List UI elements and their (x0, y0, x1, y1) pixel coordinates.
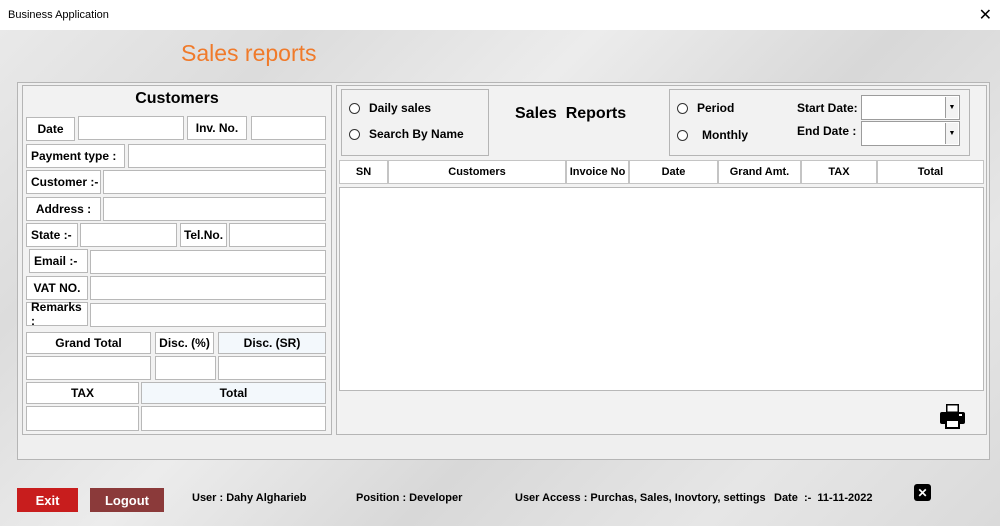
position-text: Position : Developer (356, 492, 463, 504)
exit-button[interactable]: Exit (17, 488, 78, 512)
col-date[interactable]: Date (629, 160, 718, 184)
inv-no-label: Inv. No. (187, 116, 247, 140)
monthly-label: Monthly (702, 128, 748, 142)
payment-type-field[interactable] (128, 144, 326, 168)
inv-no-field[interactable] (251, 116, 326, 140)
radio-icon (349, 128, 360, 140)
remarks-field[interactable] (90, 303, 326, 327)
end-date-combo[interactable]: ▼ (861, 121, 960, 146)
col-total[interactable]: Total (877, 160, 984, 184)
report-list[interactable] (339, 187, 984, 391)
daily-sales-radio[interactable]: Daily sales (349, 101, 431, 115)
address-field[interactable] (103, 197, 326, 221)
grand-total-label: Grand Total (26, 332, 151, 354)
disc-pct-label: Disc. (%) (155, 332, 214, 354)
end-date-label: End Date : (797, 124, 857, 138)
period-radio[interactable]: Period (677, 101, 734, 115)
col-tax[interactable]: TAX (801, 160, 877, 184)
col-invoice-no[interactable]: Invoice No (566, 160, 629, 184)
disc-sr-field[interactable] (218, 356, 326, 380)
search-by-name-label: Search By Name (369, 127, 464, 141)
customer-field[interactable] (103, 170, 326, 194)
disc-sr-label: Disc. (SR) (218, 332, 326, 354)
daily-sales-label: Daily sales (369, 101, 432, 115)
total-label: Total (141, 382, 326, 404)
vat-no-label: VAT NO. (26, 276, 88, 300)
address-label: Address : (26, 197, 101, 221)
close-icon[interactable]: ✕ (914, 484, 931, 501)
logout-button[interactable]: Logout (90, 488, 164, 512)
period-label: Period (697, 101, 735, 115)
col-sn[interactable]: SN (339, 160, 388, 184)
customer-label: Customer :- (26, 170, 101, 194)
tax-label: TAX (26, 382, 139, 404)
search-mode-group (341, 89, 489, 156)
page-title: Sales reports (181, 40, 317, 66)
user-text: User : Dahy Algharieb (192, 492, 307, 504)
date-field[interactable] (78, 116, 184, 140)
total-field[interactable] (141, 406, 326, 431)
date-label: Date (26, 117, 75, 141)
start-date-label: Start Date: (797, 101, 858, 115)
col-customers[interactable]: Customers (388, 160, 566, 184)
monthly-radio[interactable]: Monthly (677, 128, 748, 142)
chevron-down-icon[interactable]: ▼ (945, 123, 958, 144)
radio-icon (349, 102, 360, 114)
search-by-name-radio[interactable]: Search By Name (349, 127, 464, 141)
window-title: Business Application (8, 9, 109, 21)
title-bar: Business Application ✕ (0, 0, 1000, 30)
printer-icon[interactable] (939, 403, 966, 430)
date-text: Date :- 11-11-2022 (774, 492, 873, 504)
disc-pct-field[interactable] (155, 356, 216, 380)
state-field[interactable] (80, 223, 177, 247)
start-date-combo[interactable]: ▼ (861, 95, 960, 120)
state-label: State :- (26, 223, 78, 247)
email-field[interactable] (90, 250, 326, 274)
payment-type-label: Payment type : (26, 144, 125, 168)
sales-reports-title: Sales Reports (515, 105, 627, 122)
email-label: Email :- (29, 249, 88, 273)
close-icon[interactable]: ✕ (979, 5, 992, 25)
vat-no-field[interactable] (90, 276, 326, 300)
remarks-label: Remarks : (26, 300, 88, 328)
tax-field[interactable] (26, 406, 139, 431)
chevron-down-icon[interactable]: ▼ (945, 97, 958, 118)
customers-title: Customers (135, 90, 219, 107)
user-access-text: User Access : Purchas, Sales, Inovtory, … (515, 492, 766, 504)
radio-icon (677, 129, 688, 141)
tel-no-field[interactable] (229, 223, 326, 247)
grand-total-field[interactable] (26, 356, 151, 380)
tel-no-label: Tel.No. (180, 223, 227, 247)
col-grand-amt[interactable]: Grand Amt. (718, 160, 801, 184)
radio-icon (677, 102, 688, 114)
